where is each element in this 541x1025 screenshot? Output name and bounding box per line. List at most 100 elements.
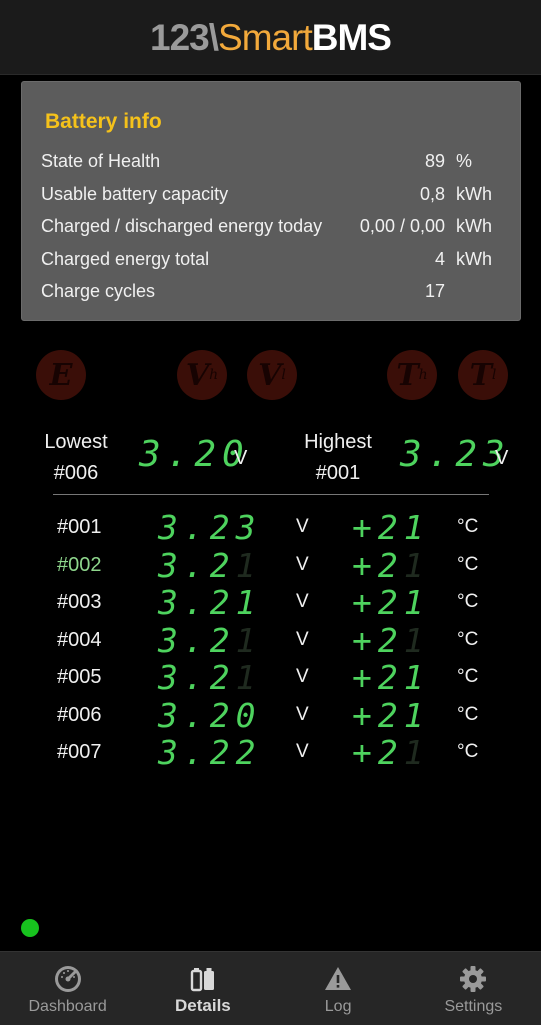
indicator-letter: T <box>469 357 492 393</box>
cell-temperature-display: +21 <box>352 696 430 735</box>
lowest-unit: V <box>234 447 248 469</box>
lowest-block: Lowest #006 <box>38 427 114 489</box>
cell-voltage-unit: V <box>296 591 309 612</box>
cell-id: #002 <box>57 553 102 576</box>
connection-status-indicator <box>21 919 39 937</box>
cell-temperature-display: +21 <box>352 508 430 547</box>
cell-temp-unit: °C <box>457 516 479 537</box>
cell-temperature-display: +21 <box>352 583 430 622</box>
cell-voltage-unit: V <box>296 741 309 762</box>
cell-voltage-unit: V <box>296 553 309 575</box>
divider <box>53 494 489 495</box>
cell-voltage-display: 3.20 <box>158 696 261 735</box>
info-value: 17 <box>424 281 445 301</box>
cell-voltage-unit: V <box>296 666 309 687</box>
gear-icon <box>458 964 488 994</box>
cell-voltage-display: 3.23 <box>158 508 261 547</box>
app-header: 123\SmartBMS <box>0 0 541 75</box>
highest-block: Highest #001 <box>298 427 378 489</box>
battery-info-title: Battery info <box>45 110 162 133</box>
cell-voltage-dim: 1 <box>235 658 262 697</box>
cell-temperature-display: +21 <box>352 658 430 697</box>
info-value: 0,8 <box>419 183 445 204</box>
cell-temp-lit: +21 <box>352 508 430 547</box>
cell-id: #005 <box>57 666 102 688</box>
cell-temp-lit: +2 <box>352 620 404 660</box>
bottom-nav: Dashboard Details Log Settings <box>0 951 541 1025</box>
cell-voltage-display: 3.21 <box>158 583 261 622</box>
nav-label: Details <box>175 996 231 1015</box>
cell-voltage-display: 3.21 <box>158 546 261 585</box>
cell-row[interactable]: #006 3.20 V +21 °C <box>0 696 541 736</box>
cell-temp-dim: 1 <box>403 545 430 585</box>
nav-label: Settings <box>444 998 503 1015</box>
cell-temp-dim: 1 <box>403 620 430 660</box>
cell-temperature-display: +21 <box>352 621 430 660</box>
cell-temp-unit: °C <box>457 703 479 725</box>
highest-unit: V <box>495 447 509 469</box>
info-row: Charge cycles 17 <box>41 278 501 304</box>
lowest-cell: #006 <box>53 462 99 484</box>
voltage-low-indicator-icon: Vl <box>247 350 297 400</box>
lowest-label: Lowest <box>44 431 108 453</box>
cell-temp-unit: °C <box>457 553 479 575</box>
cell-id: #003 <box>57 591 102 613</box>
cell-temp-lit: +21 <box>352 583 430 622</box>
cell-row[interactable]: #005 3.21 V +21 °C <box>0 658 541 698</box>
info-label: Usable battery capacity <box>41 183 229 204</box>
indicator-sub: l <box>281 367 286 383</box>
nav-item-settings[interactable]: Settings <box>406 952 541 1025</box>
cell-voltage-lit: 3.2 <box>158 545 236 585</box>
info-row: Charged / discharged energy today 0,00 / … <box>41 213 501 239</box>
cell-id: #006 <box>57 703 102 726</box>
info-unit: kWh <box>456 183 492 204</box>
cell-voltage-display: 3.22 <box>158 733 261 772</box>
battery-info-card: Battery info State of Health 89% Usable ba… <box>21 81 521 321</box>
cell-temp-unit: °C <box>457 741 479 762</box>
indicator-letter: E <box>49 357 73 393</box>
cell-temp-unit: °C <box>457 628 479 650</box>
cell-voltage-lit: 3.20 <box>158 695 262 735</box>
battery-cells-icon <box>188 964 218 994</box>
nav-label: Dashboard <box>28 998 107 1015</box>
cell-voltage-unit: V <box>296 628 309 650</box>
cell-id: #004 <box>57 628 102 651</box>
info-unit: kWh <box>456 248 492 269</box>
cell-temp-lit: +21 <box>352 695 430 735</box>
cell-row[interactable]: #001 3.23 V +21 °C <box>0 508 541 548</box>
nav-item-details[interactable]: Details <box>135 952 270 1025</box>
cell-temp-lit: +21 <box>352 658 430 697</box>
info-label: Charge cycles <box>41 281 156 301</box>
cell-row[interactable]: #004 3.21 V +21 °C <box>0 621 541 661</box>
nav-item-log[interactable]: Log <box>271 952 406 1025</box>
info-value: 4 <box>434 248 445 269</box>
cell-row[interactable]: #003 3.21 V +21 °C <box>0 583 541 623</box>
cell-temp-lit: +2 <box>352 545 404 585</box>
cell-voltage-lit: 3.2 <box>158 620 236 660</box>
cell-temperature-display: +21 <box>352 546 430 585</box>
cell-row[interactable]: #002 3.21 V +21 °C <box>0 546 541 586</box>
gauge-icon <box>53 964 83 994</box>
cell-voltage-dim: 1 <box>235 620 262 660</box>
info-row: Usable battery capacity 0,8 kWh <box>41 181 501 207</box>
indicator-letter: V <box>185 357 210 393</box>
highest-label: Highest <box>304 431 372 453</box>
temp-high-indicator-icon: Th <box>387 350 437 400</box>
nav-label: Log <box>324 998 352 1015</box>
indicator-letter: T <box>396 357 419 393</box>
cell-row[interactable]: #007 3.22 V +21 °C <box>0 733 541 773</box>
temp-low-indicator-icon: Tl <box>458 350 508 400</box>
voltage-high-indicator-icon: Vh <box>177 350 227 400</box>
highest-cell: #001 <box>315 462 361 484</box>
info-label: Charged energy total <box>41 248 210 269</box>
indicator-sub: h <box>418 367 428 383</box>
info-label: Charged / discharged energy today <box>41 216 323 236</box>
error-indicator-icon: E <box>36 350 86 400</box>
app-logo: 123\SmartBMS <box>150 16 392 58</box>
cell-voltage-unit: V <box>296 516 309 537</box>
info-row: Charged energy total 4 kWh <box>41 246 501 272</box>
cell-id: #001 <box>57 516 102 538</box>
cell-voltage-lit: 3.2 <box>158 658 236 697</box>
nav-item-dashboard[interactable]: Dashboard <box>0 952 135 1025</box>
cell-voltage-display: 3.21 <box>158 658 261 697</box>
